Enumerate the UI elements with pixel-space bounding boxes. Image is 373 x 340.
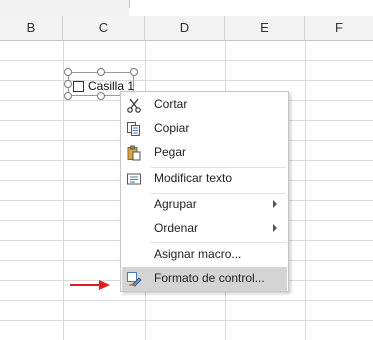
column-header-f[interactable]: F: [305, 16, 373, 40]
menu-item-label: Formato de control...: [154, 271, 265, 285]
menu-item-agrupar[interactable]: Agrupar: [122, 193, 287, 217]
copy-icon: [126, 121, 142, 137]
menu-item-modificar-texto[interactable]: Modificar texto: [122, 167, 287, 191]
resize-handle-top[interactable]: [97, 68, 105, 76]
formula-bar-divider: [129, 0, 130, 8]
menu-item-label: Asignar macro...: [154, 247, 242, 261]
formula-bar-area: [0, 0, 373, 16]
menu-item-cortar[interactable]: Cortar: [122, 93, 287, 117]
menu-item-label: Cortar: [154, 97, 188, 111]
column-header-e[interactable]: E: [225, 16, 305, 40]
annotation-arrow-icon: [70, 280, 110, 290]
menu-item-ordenar[interactable]: Ordenar: [122, 217, 287, 241]
submenu-arrow-icon: [273, 224, 277, 232]
scissors-icon: [126, 97, 142, 113]
resize-handle-left[interactable]: [64, 80, 72, 88]
menu-item-label: Ordenar: [154, 221, 199, 235]
edit-text-icon: [126, 171, 142, 187]
column-header-c[interactable]: C: [63, 16, 145, 40]
resize-handle-top-right[interactable]: [130, 68, 138, 76]
menu-item-label: Modificar texto: [154, 171, 233, 185]
resize-handle-top-left[interactable]: [64, 68, 72, 76]
menu-item-label: Agrupar: [154, 197, 197, 211]
menu-item-asignar-macro[interactable]: Asignar macro...: [122, 243, 287, 267]
submenu-arrow-icon: [273, 200, 277, 208]
menu-item-copiar[interactable]: Copiar: [122, 117, 287, 141]
paste-clipboard-icon: [126, 145, 142, 161]
menu-item-formato-de-control[interactable]: Formato de control...: [122, 267, 287, 291]
menu-item-label: Copiar: [154, 121, 190, 135]
context-menu: Cortar Copiar Pegar Modificar texto Agru…: [120, 91, 289, 292]
column-header-b[interactable]: B: [0, 16, 63, 40]
menu-item-label: Pegar: [154, 145, 187, 159]
resize-handle-bottom-left[interactable]: [64, 92, 72, 100]
resize-handle-bottom[interactable]: [97, 92, 105, 100]
name-box-area: [0, 0, 129, 16]
column-header-row: B C D E F: [0, 16, 373, 41]
checkbox-box[interactable]: [73, 80, 84, 92]
format-control-icon: [126, 271, 142, 287]
column-header-d[interactable]: D: [145, 16, 225, 40]
grid-line: [305, 41, 306, 340]
menu-item-pegar[interactable]: Pegar: [122, 141, 287, 165]
